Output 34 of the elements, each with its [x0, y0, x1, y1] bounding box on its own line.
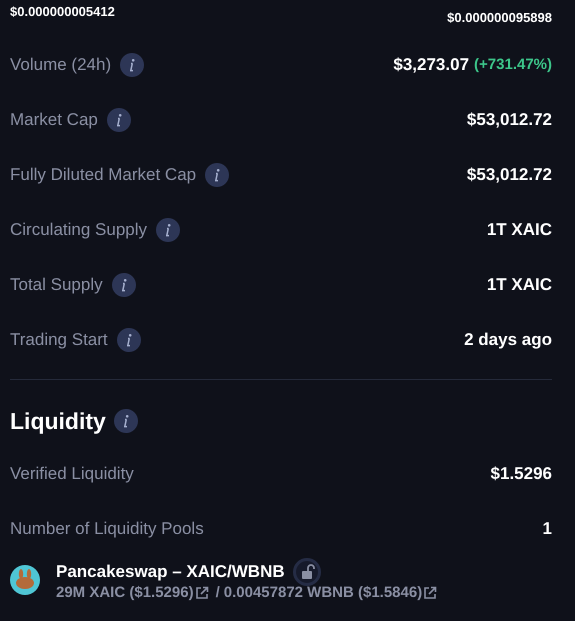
external-link-icon[interactable]: [423, 586, 438, 600]
separator-text: /: [216, 584, 220, 601]
info-icon[interactable]: [156, 218, 180, 242]
info-icon[interactable]: [114, 409, 138, 433]
stat-label: Trading Start: [10, 330, 108, 350]
stat-value: 1: [542, 518, 552, 538]
info-icon[interactable]: [205, 162, 230, 186]
stat-value: $1.5296: [490, 464, 552, 484]
stat-value: $3,273.07: [393, 54, 470, 74]
info-icon[interactable]: [116, 328, 141, 352]
stat-value: 1T XAIC: [486, 220, 552, 240]
info-icon[interactable]: [120, 52, 144, 76]
price-low: $0.000000005412: [10, 4, 115, 19]
pool-amount-link[interactable]: 29M XAIC ($1.5296): [56, 584, 194, 601]
pool-name[interactable]: Pancakeswap – XAIC/WBNB: [56, 562, 285, 582]
section-title: Liquidity: [10, 408, 106, 434]
stat-value: 1T XAIC: [486, 274, 552, 294]
pool-amount-link[interactable]: 0.00457872 WBNB ($1.5846): [224, 584, 422, 601]
stat-label: Total Supply: [10, 274, 103, 294]
stat-value: $53,012.72: [466, 110, 552, 130]
stat-value: $53,012.72: [466, 164, 552, 184]
stat-value: 2 days ago: [464, 330, 552, 350]
info-icon[interactable]: [112, 272, 136, 296]
stat-label: Number of Liquidity Pools: [10, 518, 204, 538]
price-high: $0.000000095898: [447, 10, 552, 25]
stat-label: Verified Liquidity: [10, 464, 134, 484]
token-logo-icon: [10, 564, 40, 594]
stat-label: Volume (24h): [10, 54, 112, 74]
stat-label: Circulating Supply: [10, 220, 148, 240]
change-percent: (+731.47%): [474, 56, 552, 73]
stat-label: Fully Diluted Market Cap: [10, 164, 196, 184]
external-link-icon[interactable]: [194, 586, 209, 600]
info-icon[interactable]: [106, 108, 131, 132]
stat-label: Market Cap: [10, 110, 98, 130]
